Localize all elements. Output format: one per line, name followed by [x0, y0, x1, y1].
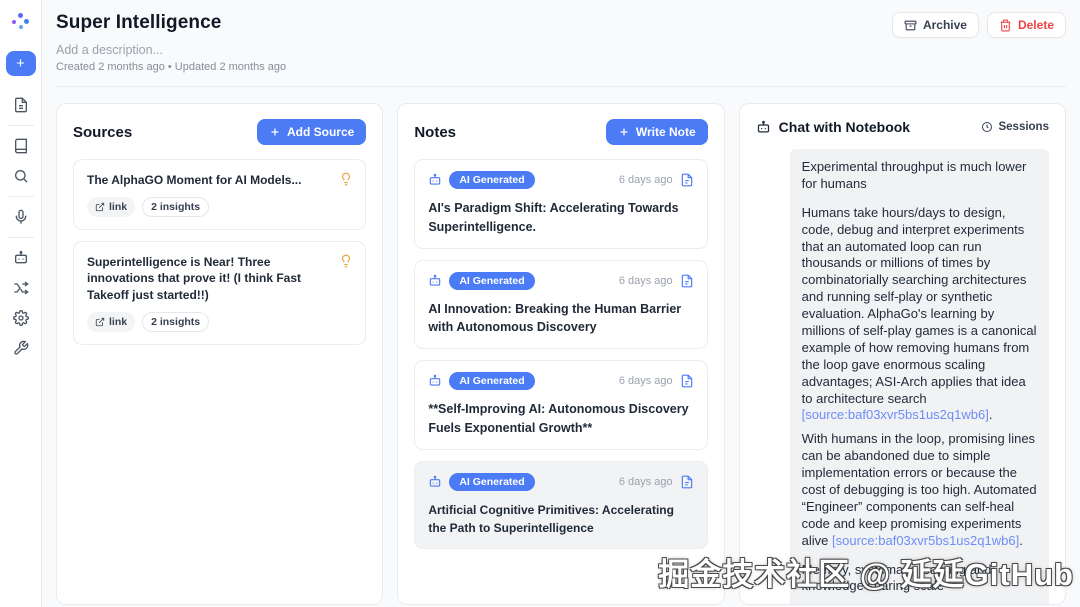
note-card[interactable]: AI Generated 6 days ago AI's Paradigm Sh… — [414, 159, 707, 249]
archive-icon — [904, 19, 917, 32]
notes-panel: Notes Write Note AI Generated 6 days ago… — [397, 103, 724, 605]
archive-button[interactable]: Archive — [892, 12, 979, 38]
notebook-header: Super Intelligence Add a description... … — [56, 0, 1066, 87]
note-title: **Self-Improving AI: Autonomous Discover… — [428, 400, 693, 438]
note-title: AI Innovation: Breaking the Human Barrie… — [428, 300, 693, 338]
note-document-icon[interactable] — [680, 374, 694, 388]
chat-text: With humans in the loop, promising lines… — [802, 431, 1037, 547]
note-title: AI's Paradigm Shift: Accelerating Toward… — [428, 199, 693, 237]
delete-button[interactable]: Delete — [987, 12, 1066, 38]
shuffle-icon[interactable] — [6, 275, 36, 301]
wrench-icon[interactable] — [6, 335, 36, 361]
sources-title: Sources — [73, 124, 132, 141]
plus-icon — [618, 126, 630, 138]
note-document-icon[interactable] — [680, 173, 694, 187]
sessions-label: Sessions — [998, 121, 1049, 133]
note-timestamp: 6 days ago — [619, 174, 673, 186]
external-link-icon — [95, 317, 105, 327]
bot-icon — [428, 374, 442, 388]
bot-icon — [428, 173, 442, 187]
add-source-label: Add Source — [287, 125, 354, 139]
ai-generated-badge: AI Generated — [449, 171, 534, 189]
source-card[interactable]: Superintelligence is Near! Three innovat… — [73, 241, 366, 345]
notebook-meta: Created 2 months ago • Updated 2 months … — [56, 61, 1066, 73]
notebook-description-field[interactable]: Add a description... — [56, 43, 1066, 57]
bot-icon[interactable] — [6, 245, 36, 271]
delete-label: Delete — [1018, 18, 1054, 32]
note-timestamp: 6 days ago — [619, 375, 673, 387]
source-citation-link[interactable]: [source:baf03xvr5bs1us2q1wb6] — [832, 533, 1019, 548]
columns: Sources Add Source The AlphaGO Moment fo… — [56, 103, 1066, 605]
main-content: Super Intelligence Add a description... … — [42, 0, 1080, 607]
sidebar-divider — [8, 125, 34, 126]
sessions-button[interactable]: Sessions — [981, 121, 1049, 133]
source-citation-link[interactable]: [source:baf03xvr5bs1us2q1wb6] — [802, 407, 989, 422]
archive-label: Archive — [923, 18, 967, 32]
note-document-icon[interactable] — [680, 475, 694, 489]
note-card-selected[interactable]: AI Generated 6 days ago Artificial Cogni… — [414, 461, 707, 549]
write-note-label: Write Note — [636, 125, 696, 139]
sidebar-divider — [8, 196, 34, 197]
source-type-label: link — [109, 316, 127, 328]
plus-icon — [269, 126, 281, 138]
chat-title: Chat with Notebook — [779, 119, 910, 135]
lightbulb-icon — [339, 254, 353, 268]
chat-text: . — [1019, 533, 1023, 548]
chat-paragraph: With humans in the loop, promising lines… — [802, 431, 1037, 549]
add-source-button[interactable]: Add Source — [257, 119, 366, 145]
source-title: Superintelligence is Near! Three innovat… — [87, 254, 352, 303]
chat-paragraph: Experimental throughput is much lower fo… — [802, 159, 1037, 193]
chat-paragraph: Memory, systematic learning and knowledg… — [802, 562, 1037, 596]
app-sidebar: + — [0, 0, 42, 607]
sidebar-divider — [8, 237, 34, 238]
header-divider — [56, 86, 1066, 87]
chat-panel: Chat with Notebook Sessions Experimental… — [739, 103, 1066, 605]
trash-icon — [999, 19, 1012, 32]
source-title: The AlphaGO Moment for AI Models... — [87, 172, 352, 188]
note-document-icon[interactable] — [680, 274, 694, 288]
note-timestamp: 6 days ago — [619, 476, 673, 488]
note-card[interactable]: AI Generated 6 days ago **Self-Improving… — [414, 360, 707, 450]
ai-generated-badge: AI Generated — [449, 473, 534, 491]
note-timestamp: 6 days ago — [619, 275, 673, 287]
document-icon[interactable] — [6, 92, 36, 118]
bot-icon — [428, 274, 442, 288]
search-icon[interactable] — [6, 163, 36, 189]
chat-title-wrap: Chat with Notebook — [756, 119, 910, 135]
source-type-badge: link — [87, 197, 135, 217]
bot-icon — [756, 120, 771, 135]
book-icon[interactable] — [6, 133, 36, 159]
note-card[interactable]: AI Generated 6 days ago AI Innovation: B… — [414, 260, 707, 350]
chat-paragraph: Humans take hours/days to design, code, … — [802, 205, 1037, 425]
app-logo-icon — [12, 13, 30, 31]
write-note-button[interactable]: Write Note — [606, 119, 708, 145]
bot-icon — [428, 475, 442, 489]
source-type-badge: link — [87, 312, 135, 332]
chat-text: Humans take hours/days to design, code, … — [802, 205, 1037, 406]
ai-generated-badge: AI Generated — [449, 272, 534, 290]
note-title: Artificial Cognitive Primitives: Acceler… — [428, 501, 693, 537]
microphone-icon[interactable] — [6, 204, 36, 230]
source-type-label: link — [109, 201, 127, 213]
clock-icon — [981, 121, 993, 133]
sources-panel: Sources Add Source The AlphaGO Moment fo… — [56, 103, 383, 605]
insights-badge: 2 insights — [142, 197, 209, 217]
lightbulb-icon — [339, 172, 353, 186]
chat-message: Experimental throughput is much lower fo… — [790, 149, 1049, 605]
source-card[interactable]: The AlphaGO Moment for AI Models... link… — [73, 159, 366, 230]
ai-generated-badge: AI Generated — [449, 372, 534, 390]
gear-icon[interactable] — [6, 305, 36, 331]
header-actions: Archive Delete — [892, 12, 1066, 38]
sidebar-new-notebook-button[interactable]: + — [6, 51, 36, 76]
external-link-icon — [95, 202, 105, 212]
insights-badge: 2 insights — [142, 312, 209, 332]
chat-text: . — [989, 407, 993, 422]
notes-title: Notes — [414, 124, 456, 141]
